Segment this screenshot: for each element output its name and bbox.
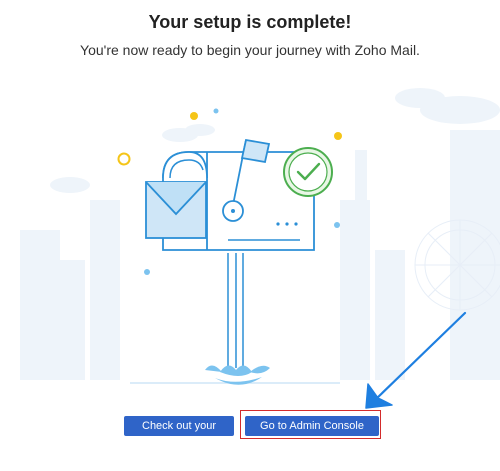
page-title: Your setup is complete! [148, 12, 352, 32]
success-check-icon [283, 147, 333, 197]
envelope-icon [145, 181, 207, 239]
setup-complete-page: Your setup is complete! You're now ready… [0, 0, 500, 471]
mailbox-post [227, 253, 244, 368]
check-inbox-button[interactable]: Check out your inbox [124, 416, 234, 452]
page-subtitle: You're now ready to begin your journey w… [80, 42, 420, 58]
admin-console-button[interactable]: Go to Admin Console [245, 416, 379, 436]
mailbox-illustration [20, 88, 500, 385]
water-splash [205, 365, 270, 385]
